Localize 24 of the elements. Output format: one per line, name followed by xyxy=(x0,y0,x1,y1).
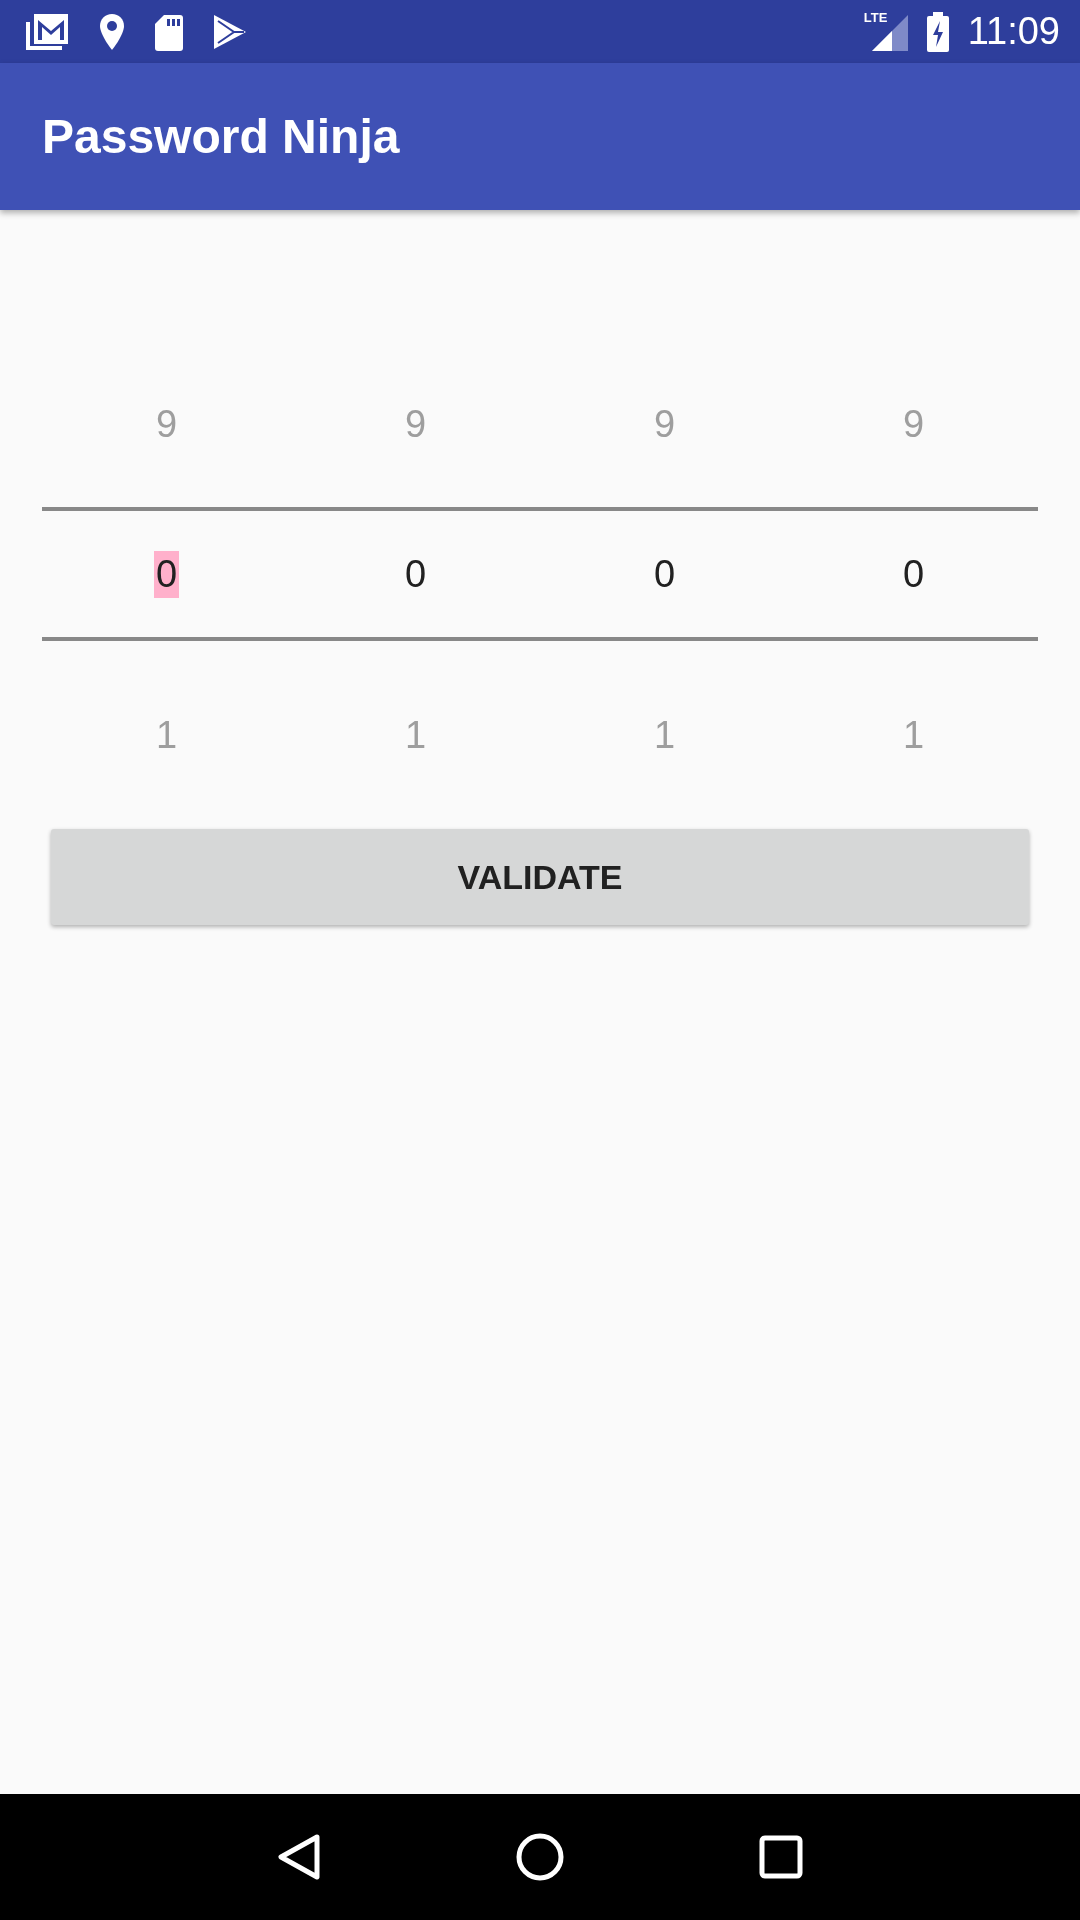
validate-button[interactable]: VALIDATE xyxy=(51,829,1029,925)
app-title: Password Ninja xyxy=(42,109,400,164)
clock-time: 11:09 xyxy=(967,10,1060,53)
picker-previous-value[interactable]: 9 xyxy=(404,403,427,446)
location-pin-icon xyxy=(98,11,126,52)
home-icon[interactable] xyxy=(515,1832,565,1882)
sd-card-icon xyxy=(154,12,184,51)
battery-charging-icon xyxy=(925,11,950,52)
picker-previous-value[interactable]: 9 xyxy=(902,403,925,446)
picker-previous-value[interactable]: 9 xyxy=(653,403,676,446)
back-icon[interactable] xyxy=(277,1833,321,1881)
picker-next-value[interactable]: 1 xyxy=(155,713,178,757)
recents-icon[interactable] xyxy=(759,1835,803,1879)
picker-previous-value[interactable]: 9 xyxy=(155,403,178,446)
picker-value[interactable]: 0 xyxy=(402,550,429,598)
picker-next-value[interactable]: 1 xyxy=(404,713,427,757)
picker-value[interactable]: 0 xyxy=(900,550,927,598)
network-type: LTE xyxy=(863,10,888,24)
mail-icon xyxy=(24,11,70,52)
picker-value[interactable]: 0 xyxy=(651,550,678,598)
picker-value[interactable]: 0 xyxy=(153,550,180,598)
play-store-icon xyxy=(212,12,248,51)
picker-next-value[interactable]: 1 xyxy=(902,713,925,757)
picker-next-value[interactable]: 1 xyxy=(653,713,676,757)
